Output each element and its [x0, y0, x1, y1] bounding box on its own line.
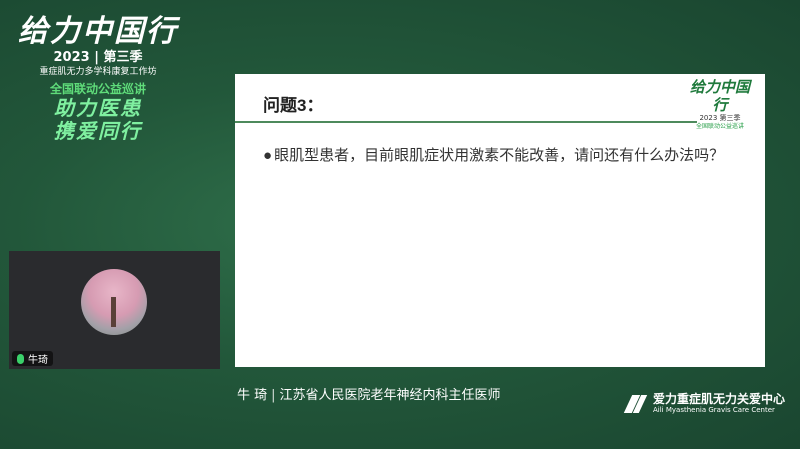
slide-logo: 给力中国行 2023 第三季 全国联动公益巡讲 — [685, 78, 755, 131]
participant-name-tag: 牛琦 — [12, 351, 53, 366]
organization-name-cn: 爱力重症肌无力关爱中心 — [653, 392, 786, 406]
campaign-slogan-line1: 助力医患 — [54, 96, 142, 120]
presentation-slide: 问题3： 给力中国行 2023 第三季 全国联动公益巡讲 ● 眼肌型患者，目前眼肌… — [235, 74, 765, 367]
slide-header: 问题3： 给力中国行 2023 第三季 全国联动公益巡讲 — [235, 74, 765, 130]
question-text: 眼肌型患者，目前眼肌症状用激素不能改善，请问还有什么办法吗？ — [274, 147, 725, 164]
organization-logo: 爱力重症肌无力关爱中心 Aili Myasthenia Gravis Care … — [625, 392, 785, 415]
header-divider — [235, 121, 697, 123]
speaker-caption: 牛 琦 | 江苏省人民医院老年神经内科主任医师 — [237, 384, 501, 403]
organization-name-en: Aili Myasthenia Gravis Care Center — [653, 406, 775, 414]
speaker-affiliation: 江苏省人民医院老年神经内科主任医师 — [279, 388, 501, 403]
speaker-name: 牛 琦 — [237, 388, 268, 403]
campaign-logo: 给力中国行 2023 | 第三季 重症肌无力多学科康复工作坊 全国联动公益巡讲 … — [18, 14, 178, 143]
question-text-block: ● 眼肌型患者，目前眼肌症状用激素不能改善，请问还有什么办法吗？ — [263, 144, 743, 168]
avatar — [81, 269, 147, 335]
campaign-slogan-line2: 携爱同行 — [54, 119, 142, 143]
slide-heading: 问题3： — [263, 96, 324, 115]
slide-logo-tour: 全国联动公益巡讲 — [695, 123, 744, 130]
bullet-point: ● — [263, 147, 273, 164]
caption-separator: | — [271, 388, 276, 403]
campaign-tour: 全国联动公益巡讲 — [49, 82, 146, 96]
participant-name: 牛琦 — [28, 355, 48, 366]
organization-logo-icon — [625, 393, 647, 415]
campaign-year-season: 2023 | 第三季 — [53, 50, 143, 65]
microphone-icon — [17, 353, 24, 364]
participant-video-tile[interactable]: 牛琦 — [9, 251, 220, 369]
campaign-title: 给力中国行 — [18, 14, 178, 49]
slide-logo-title: 给力中国行 — [689, 78, 750, 114]
campaign-subtitle: 重症肌无力多学科康复工作坊 — [39, 67, 157, 77]
